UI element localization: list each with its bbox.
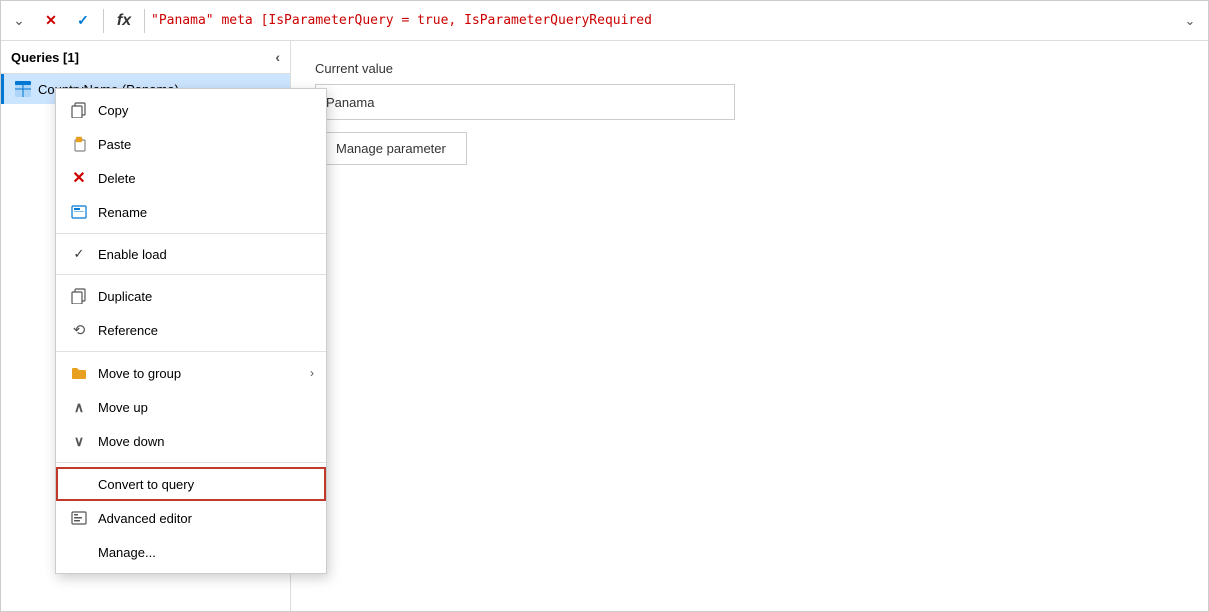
- submenu-arrow-icon: ›: [310, 366, 314, 380]
- menu-item-duplicate[interactable]: Duplicate: [56, 279, 326, 313]
- separator-2: [56, 274, 326, 275]
- cancel-icon: ✕: [45, 12, 57, 29]
- convert-icon: [68, 473, 90, 495]
- formula-confirm-btn[interactable]: ✓: [69, 7, 97, 35]
- menu-item-advanced-editor[interactable]: Advanced editor: [56, 501, 326, 535]
- rename-icon: [68, 201, 90, 223]
- formula-bar: ⌄ ✕ ✓ fx "Panama" meta [IsParameterQuery…: [1, 1, 1208, 41]
- formula-expand-btn[interactable]: ⌄: [1176, 7, 1204, 35]
- menu-item-enable-load[interactable]: ✓ Enable load: [56, 238, 326, 270]
- sidebar-header: Queries [1] ‹: [1, 41, 290, 74]
- convert-to-query-label: Convert to query: [98, 477, 314, 492]
- separator-3: [56, 351, 326, 352]
- movedown-icon: ∨: [68, 430, 90, 452]
- move-down-label: Move down: [98, 434, 314, 449]
- folder-icon: [68, 362, 90, 384]
- copy-label: Copy: [98, 103, 314, 118]
- duplicate-label: Duplicate: [98, 289, 314, 304]
- separator-4: [56, 462, 326, 463]
- menu-item-move-up[interactable]: ∧ Move up: [56, 390, 326, 424]
- paste-label: Paste: [98, 137, 314, 152]
- menu-item-convert-to-query[interactable]: Convert to query: [56, 467, 326, 501]
- copy-icon: [68, 99, 90, 121]
- rename-label: Rename: [98, 205, 314, 220]
- context-menu: Copy Paste ✕ Delete: [55, 88, 327, 574]
- menu-item-copy[interactable]: Copy: [56, 93, 326, 127]
- query-table-icon: [14, 80, 32, 98]
- advanced-editor-label: Advanced editor: [98, 511, 314, 526]
- current-value-label: Current value: [315, 61, 1184, 76]
- formula-divider2: [144, 9, 145, 33]
- menu-item-rename[interactable]: Rename: [56, 195, 326, 229]
- formula-chevron-btn[interactable]: ⌄: [5, 7, 33, 35]
- manage-label: Manage...: [98, 545, 314, 560]
- main-content: Queries [1] ‹ CountryName (Panama): [1, 41, 1208, 611]
- menu-item-reference[interactable]: ⟲ Reference: [56, 313, 326, 347]
- sidebar-collapse-btn[interactable]: ‹: [275, 49, 280, 65]
- manage-parameter-button[interactable]: Manage parameter: [315, 132, 467, 165]
- manage-icon: [68, 541, 90, 563]
- expand-icon: ⌄: [1185, 13, 1196, 29]
- reference-icon: ⟲: [68, 319, 90, 341]
- formula-text: "Panama" meta [IsParameterQuery = true, …: [151, 13, 1172, 28]
- separator-1: [56, 233, 326, 234]
- fx-button[interactable]: fx: [110, 7, 138, 35]
- menu-item-delete[interactable]: ✕ Delete: [56, 161, 326, 195]
- check-icon: ✓: [68, 246, 90, 262]
- fx-icon: fx: [117, 12, 131, 30]
- sidebar-title: Queries [1]: [11, 50, 79, 65]
- formula-divider: [103, 9, 104, 33]
- moveup-icon: ∧: [68, 396, 90, 418]
- advanced-editor-icon: [68, 507, 90, 529]
- current-value-input[interactable]: [315, 84, 735, 120]
- reference-label: Reference: [98, 323, 314, 338]
- confirm-icon: ✓: [77, 12, 89, 29]
- menu-item-manage[interactable]: Manage...: [56, 535, 326, 569]
- menu-item-move-to-group[interactable]: Move to group ›: [56, 356, 326, 390]
- duplicate-icon: [68, 285, 90, 307]
- delete-label: Delete: [98, 171, 314, 186]
- move-up-label: Move up: [98, 400, 314, 415]
- right-panel: Current value Manage parameter: [291, 41, 1208, 611]
- delete-icon: ✕: [68, 167, 90, 189]
- menu-item-move-down[interactable]: ∨ Move down: [56, 424, 326, 458]
- paste-icon: [68, 133, 90, 155]
- formula-cancel-btn[interactable]: ✕: [37, 7, 65, 35]
- menu-item-paste[interactable]: Paste: [56, 127, 326, 161]
- enable-load-label: Enable load: [98, 247, 314, 262]
- chevron-down-icon: ⌄: [13, 12, 25, 29]
- move-to-group-label: Move to group: [98, 366, 310, 381]
